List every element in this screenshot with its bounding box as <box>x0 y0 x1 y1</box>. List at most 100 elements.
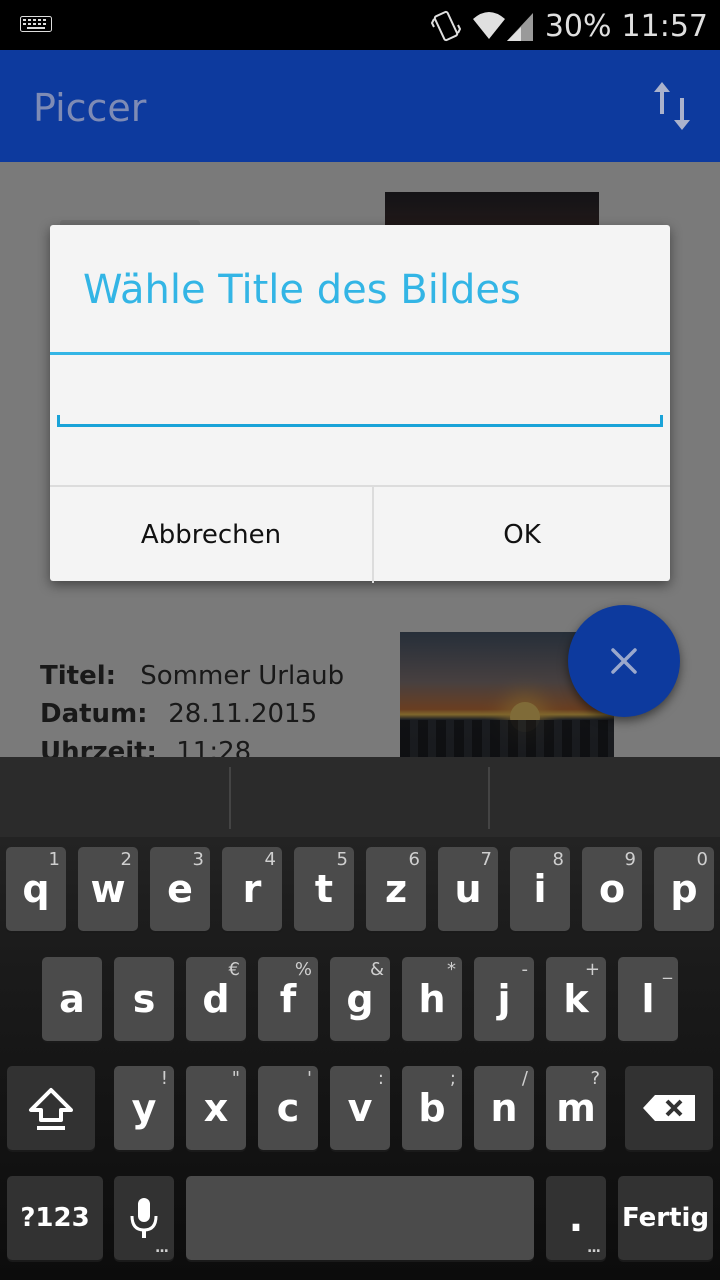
key-x[interactable]: x " <box>186 1066 246 1150</box>
key-hint: 2 <box>120 849 132 870</box>
ok-button[interactable]: OK <box>374 487 670 583</box>
key-y[interactable]: y! <box>114 1066 174 1150</box>
key-label: t <box>314 867 334 911</box>
key-hint: 8 <box>552 849 564 870</box>
key-hint: ; <box>449 1068 456 1089</box>
period-label: . <box>568 1196 584 1240</box>
key-label: i <box>533 867 547 911</box>
keyboard-row-4: ?123 ... . ... Fertig <box>0 1176 720 1260</box>
shift-key[interactable] <box>7 1066 95 1150</box>
key-hint: 1 <box>48 849 60 870</box>
keyboard-row-3: y! x " c ' v: b; n / m? <box>0 1066 720 1150</box>
sort-icon[interactable] <box>652 80 692 132</box>
key-label: c <box>276 1086 300 1130</box>
title-dialog: Wähle Title des Bildes Abbrechen OK <box>50 225 670 583</box>
key-hint: 0 <box>696 849 708 870</box>
clock: 11:57 <box>621 8 708 44</box>
done-key[interactable]: Fertig <box>618 1176 713 1260</box>
key-u[interactable]: u7 <box>438 847 498 931</box>
suggestion-divider <box>488 767 490 829</box>
key-label: z <box>384 867 408 911</box>
key-w[interactable]: w2 <box>78 847 138 931</box>
dialog-divider <box>50 352 670 355</box>
key-s[interactable]: s <box>114 957 174 1041</box>
key-o[interactable]: o9 <box>582 847 642 931</box>
key-hint: 9 <box>624 849 636 870</box>
key-label: b <box>418 1086 446 1130</box>
key-a[interactable]: a <box>42 957 102 1041</box>
key-hint: 5 <box>336 849 348 870</box>
soft-keyboard: q1w2e3r4t5z6u7i8o9p0 a s d € f% g & h * j - k + l _ y!… <box>0 757 720 1280</box>
key-label: s <box>132 977 156 1021</box>
microphone-icon <box>130 1198 158 1238</box>
key-label: n <box>490 1086 518 1130</box>
key-c[interactable]: c ' <box>258 1066 318 1150</box>
key-hint: + <box>584 959 600 980</box>
key-t[interactable]: t5 <box>294 847 354 931</box>
key-label: g <box>346 977 374 1021</box>
suggestion-divider <box>229 767 231 829</box>
shift-icon <box>29 1088 73 1130</box>
key-hint: ' <box>307 1068 312 1089</box>
dialog-button-bar: Abbrechen OK <box>50 485 670 583</box>
key-k[interactable]: k + <box>546 957 606 1041</box>
battery-percent: 30% <box>544 8 612 44</box>
key-hint: % <box>294 959 312 980</box>
key-label: w <box>90 867 126 911</box>
key-r[interactable]: r4 <box>222 847 282 931</box>
key-label: q <box>22 867 50 911</box>
key-label: f <box>279 977 297 1021</box>
key-v[interactable]: v: <box>330 1066 390 1150</box>
key-hint: 3 <box>192 849 204 870</box>
key-hint: / <box>521 1068 528 1089</box>
key-hint: _ <box>663 959 672 980</box>
keyboard-row-1: q1w2e3r4t5z6u7i8o9p0 <box>0 847 720 931</box>
input-underline <box>57 415 663 427</box>
key-z[interactable]: z6 <box>366 847 426 931</box>
close-icon <box>611 648 637 674</box>
key-q[interactable]: q1 <box>6 847 66 931</box>
suggestion-strip[interactable] <box>0 757 720 837</box>
key-hint: " <box>231 1068 240 1089</box>
app-bar: Piccer <box>0 50 720 162</box>
key-label: j <box>497 977 511 1021</box>
key-h[interactable]: h * <box>402 957 462 1041</box>
keyboard-row-2: a s d € f% g & h * j - k + l _ <box>0 957 720 1041</box>
key-label: u <box>454 867 482 911</box>
key-b[interactable]: b; <box>402 1066 462 1150</box>
status-bar: 30% 11:57 <box>0 0 720 50</box>
close-fab-button[interactable] <box>568 605 680 717</box>
space-key[interactable] <box>186 1176 534 1260</box>
key-g[interactable]: g & <box>330 957 390 1041</box>
key-hint: - <box>521 959 529 980</box>
key-p[interactable]: p0 <box>654 847 714 931</box>
key-m[interactable]: m? <box>546 1066 606 1150</box>
key-hint: ! <box>160 1068 168 1089</box>
cancel-button[interactable]: Abbrechen <box>50 487 374 583</box>
key-label: h <box>418 977 446 1021</box>
key-label: p <box>670 867 698 911</box>
key-i[interactable]: i8 <box>510 847 570 931</box>
key-n[interactable]: n / <box>474 1066 534 1150</box>
vibrate-icon <box>430 10 461 42</box>
key-e[interactable]: e3 <box>150 847 210 931</box>
voice-input-key[interactable]: ... <box>114 1176 174 1260</box>
dialog-title: Wähle Title des Bildes <box>83 267 521 313</box>
key-label: o <box>598 867 626 911</box>
keyboard-icon <box>20 16 52 32</box>
key-label: y <box>131 1086 157 1130</box>
key-label: d <box>202 977 230 1021</box>
key-label: l <box>641 977 655 1021</box>
key-l[interactable]: l _ <box>618 957 678 1041</box>
key-d[interactable]: d € <box>186 957 246 1041</box>
key-label: e <box>167 867 193 911</box>
key-label: r <box>242 867 262 911</box>
backspace-key[interactable] <box>625 1066 713 1150</box>
key-label: m <box>556 1086 596 1130</box>
key-hint: & <box>369 959 384 980</box>
period-key[interactable]: . ... <box>546 1176 606 1260</box>
key-hint: 4 <box>264 849 276 870</box>
symbols-key[interactable]: ?123 <box>7 1176 103 1260</box>
key-f[interactable]: f% <box>258 957 318 1041</box>
key-j[interactable]: j- <box>474 957 534 1041</box>
